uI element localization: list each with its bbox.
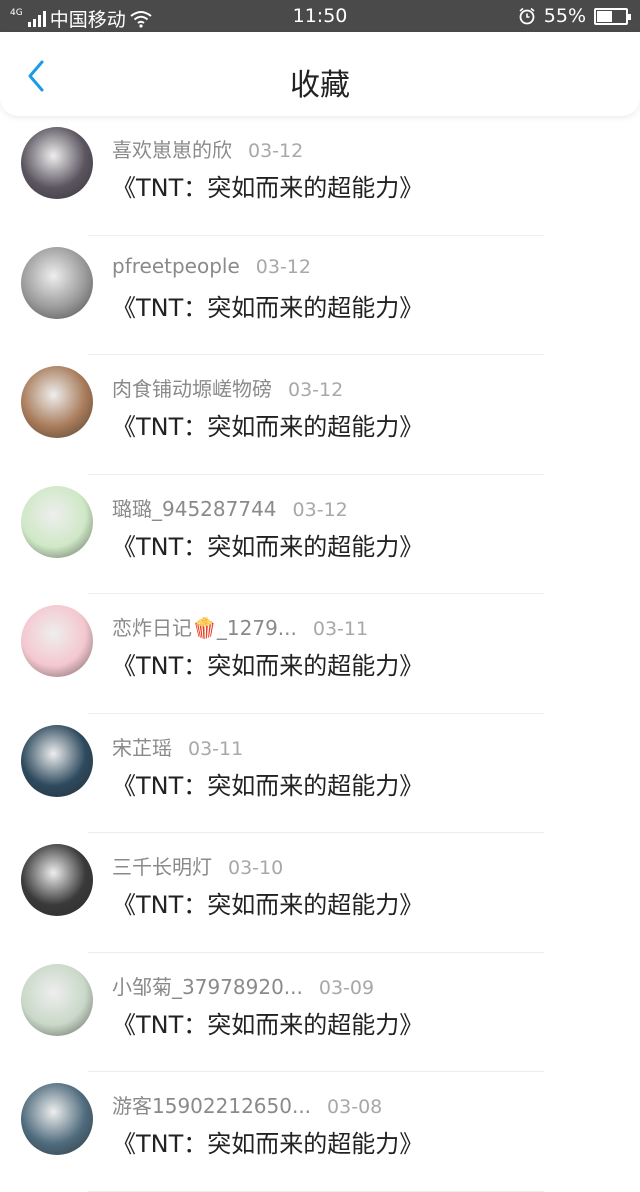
list-item[interactable]: 宋芷瑶 03-11 《TNT：突如而来的超能力》 bbox=[0, 714, 640, 833]
avatar[interactable] bbox=[21, 246, 93, 319]
list-item[interactable]: pfreetpeople 03-12 《TNT：突如而来的超能力》 bbox=[0, 236, 640, 355]
username: pfreetpeople bbox=[112, 253, 240, 278]
avatar[interactable] bbox=[21, 963, 93, 1036]
item-meta: 三千长明灯 03-10 bbox=[112, 851, 283, 880]
date: 03-12 bbox=[248, 140, 304, 162]
list-item[interactable]: 游客15902212650... 03-08 《TNT：突如而来的超能力》 bbox=[0, 1072, 640, 1192]
date: 03-10 bbox=[228, 857, 284, 879]
nav-header: 收藏 bbox=[0, 32, 640, 116]
date: 03-11 bbox=[188, 737, 244, 760]
item-meta: pfreetpeople 03-12 bbox=[112, 254, 311, 278]
avatar[interactable] bbox=[21, 844, 93, 916]
work-title: 《TNT：突如而来的超能力》 bbox=[112, 1130, 424, 1158]
username: 璐璐_945287744 bbox=[112, 496, 277, 521]
item-meta: 肉食铺动塬嵯物磅 03-12 bbox=[112, 373, 343, 402]
list-item[interactable]: 喜欢崽崽的欣 03-12 《TNT：突如而来的超能力》 bbox=[0, 116, 640, 236]
work-title: 《TNT：突如而来的超能力》 bbox=[112, 174, 424, 202]
list-item[interactable]: 三千长明灯 03-10 《TNT：突如而来的超能力》 bbox=[0, 833, 640, 953]
item-meta: 宋芷瑶 03-11 bbox=[112, 732, 243, 761]
list-item[interactable]: 肉食铺动塬嵯物磅 03-12 《TNT：突如而来的超能力》 bbox=[0, 355, 640, 475]
list-item[interactable]: 恋炸日记🍿_1279... 03-11 《TNT：突如而来的超能力》 bbox=[0, 594, 640, 714]
avatar[interactable] bbox=[21, 366, 93, 438]
work-title: 《TNT：突如而来的超能力》 bbox=[112, 652, 424, 680]
avatar[interactable] bbox=[21, 724, 93, 797]
date: 03-11 bbox=[312, 618, 369, 640]
alarm-icon bbox=[519, 7, 535, 25]
work-title: 《TNT：突如而来的超能力》 bbox=[112, 293, 424, 322]
work-title: 《TNT：突如而来的超能力》 bbox=[112, 1010, 424, 1039]
item-meta: 喜欢崽崽的欣 03-12 bbox=[112, 134, 303, 163]
item-meta: 恋炸日记🍿_1279... 03-11 bbox=[112, 612, 368, 641]
date: 03-12 bbox=[255, 255, 311, 278]
work-title: 《TNT：突如而来的超能力》 bbox=[112, 891, 424, 919]
date: 03-12 bbox=[292, 498, 348, 521]
battery-fill bbox=[597, 10, 613, 22]
work-title: 《TNT：突如而来的超能力》 bbox=[112, 532, 424, 561]
item-meta: 璐璐_945287744 03-12 bbox=[112, 493, 348, 522]
date: 03-09 bbox=[318, 976, 375, 999]
avatar[interactable] bbox=[21, 485, 93, 558]
battery-percent: 55% bbox=[543, 5, 586, 27]
status-bar: 4G 中国移动 11:50 55% bbox=[0, 0, 640, 32]
work-title: 《TNT：突如而来的超能力》 bbox=[112, 771, 424, 800]
avatar[interactable] bbox=[21, 127, 93, 199]
username: 三千长明灯 bbox=[112, 855, 212, 879]
status-right: 55% bbox=[518, 5, 631, 27]
avatar[interactable] bbox=[21, 1083, 93, 1155]
username: 小邹菊_37978920... bbox=[112, 974, 303, 999]
username: 恋炸日记🍿_1279... bbox=[112, 616, 297, 640]
battery-icon bbox=[594, 7, 631, 25]
username: 游客15902212650... bbox=[112, 1094, 312, 1118]
item-meta: 小邹菊_37978920... 03-09 bbox=[112, 971, 374, 1000]
list-item[interactable]: 璐璐_945287744 03-12 《TNT：突如而来的超能力》 bbox=[0, 475, 640, 594]
divider bbox=[88, 1190, 544, 1192]
username: 宋芷瑶 bbox=[112, 735, 172, 760]
username: 肉食铺动塬嵯物磅 bbox=[112, 377, 272, 401]
date: 03-12 bbox=[288, 379, 344, 401]
date: 03-08 bbox=[327, 1096, 383, 1118]
favorites-list: 喜欢崽崽的欣 03-12 《TNT：突如而来的超能力》 pfreetpeople 0… bbox=[0, 116, 640, 1192]
avatar[interactable] bbox=[21, 605, 93, 677]
list-item[interactable]: 小邹菊_37978920... 03-09 《TNT：突如而来的超能力》 bbox=[0, 953, 640, 1072]
item-meta: 游客15902212650... 03-08 bbox=[112, 1090, 382, 1119]
work-title: 《TNT：突如而来的超能力》 bbox=[112, 413, 424, 441]
username: 喜欢崽崽的欣 bbox=[112, 138, 232, 162]
page-title: 收藏 bbox=[290, 68, 350, 103]
